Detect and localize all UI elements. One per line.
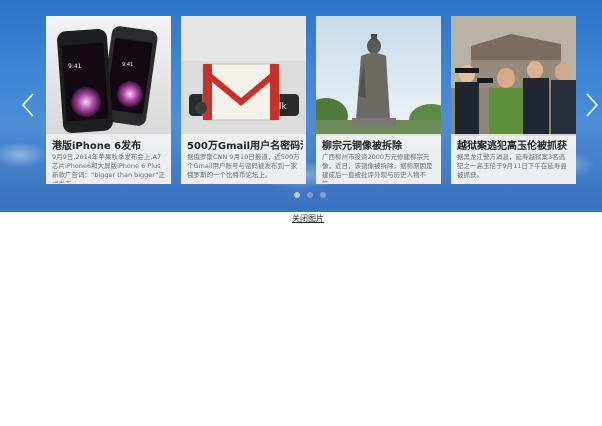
news-card[interactable]: 9:41 9:41 港版iPhone 6发布 9月9日,2014年苹果秋季发布会… [46,16,171,184]
news-card-desc: 9月9日,2014年苹果秋季发布会上,A7芯片iPhone6和大屏版iPhone… [52,153,166,183]
svg-text:9:41: 9:41 [122,62,133,68]
svg-text:lk: lk [279,102,288,112]
news-card-title[interactable]: 越狱案逃犯高玉伦被抓获 [457,137,573,152]
news-card[interactable]: 柳宗元铜像被拆除 广西柳州市投资2000万元修建柳宗元像，近日，该铜像被拆除，据… [316,16,441,184]
news-card-desc: 据黑龙江警方消息，延寿越狱案3名逃犯之一高玉伦于9月11日下午在延寿县被抓获。 [457,153,567,179]
news-card-title[interactable]: 港版iPhone 6发布 [52,137,168,152]
news-card-desc: 广西柳州市投资2000万元修建柳宗元像，近日，该铜像被拆除，据称原因是建成后一直… [322,153,433,183]
chevron-left-icon [21,93,34,117]
pagination-dot-1[interactable] [294,192,300,198]
news-card-desc: 据俄罗斯CNN 9月10日报道，近500万个Gmail用户账号与密码被发布到一家… [187,153,300,179]
gmail-logo: lk [181,16,306,136]
news-carousel: 9:41 9:41 港版iPhone 6发布 9月9日,2014年苹果秋季发布会… [0,0,602,212]
news-card[interactable]: lk 500万Gmail用户名密码泄漏 据俄罗斯CNN 9月10日报道，近500… [181,16,306,184]
iphone-photo: 9:41 9:41 [46,16,171,136]
close-images-link[interactable]: 关闭图片 [292,213,324,224]
carousel-next-button[interactable] [584,92,600,118]
news-card-title[interactable]: 500万Gmail用户名密码泄漏 [187,137,303,152]
pagination-dot-2[interactable] [307,192,313,198]
news-card[interactable]: 越狱案逃犯高玉伦被抓获 据黑龙江警方消息，延寿越狱案3名逃犯之一高玉伦于9月11… [451,16,576,184]
arrest-photo [451,16,576,136]
carousel-prev-button[interactable] [20,92,36,118]
news-card-title[interactable]: 柳宗元铜像被拆除 [322,137,438,152]
pagination-dot-3[interactable] [320,192,326,198]
carousel-pagination [294,192,334,200]
chevron-right-icon [586,93,599,117]
svg-text:9:41: 9:41 [68,63,82,70]
statue-photo [316,16,441,136]
